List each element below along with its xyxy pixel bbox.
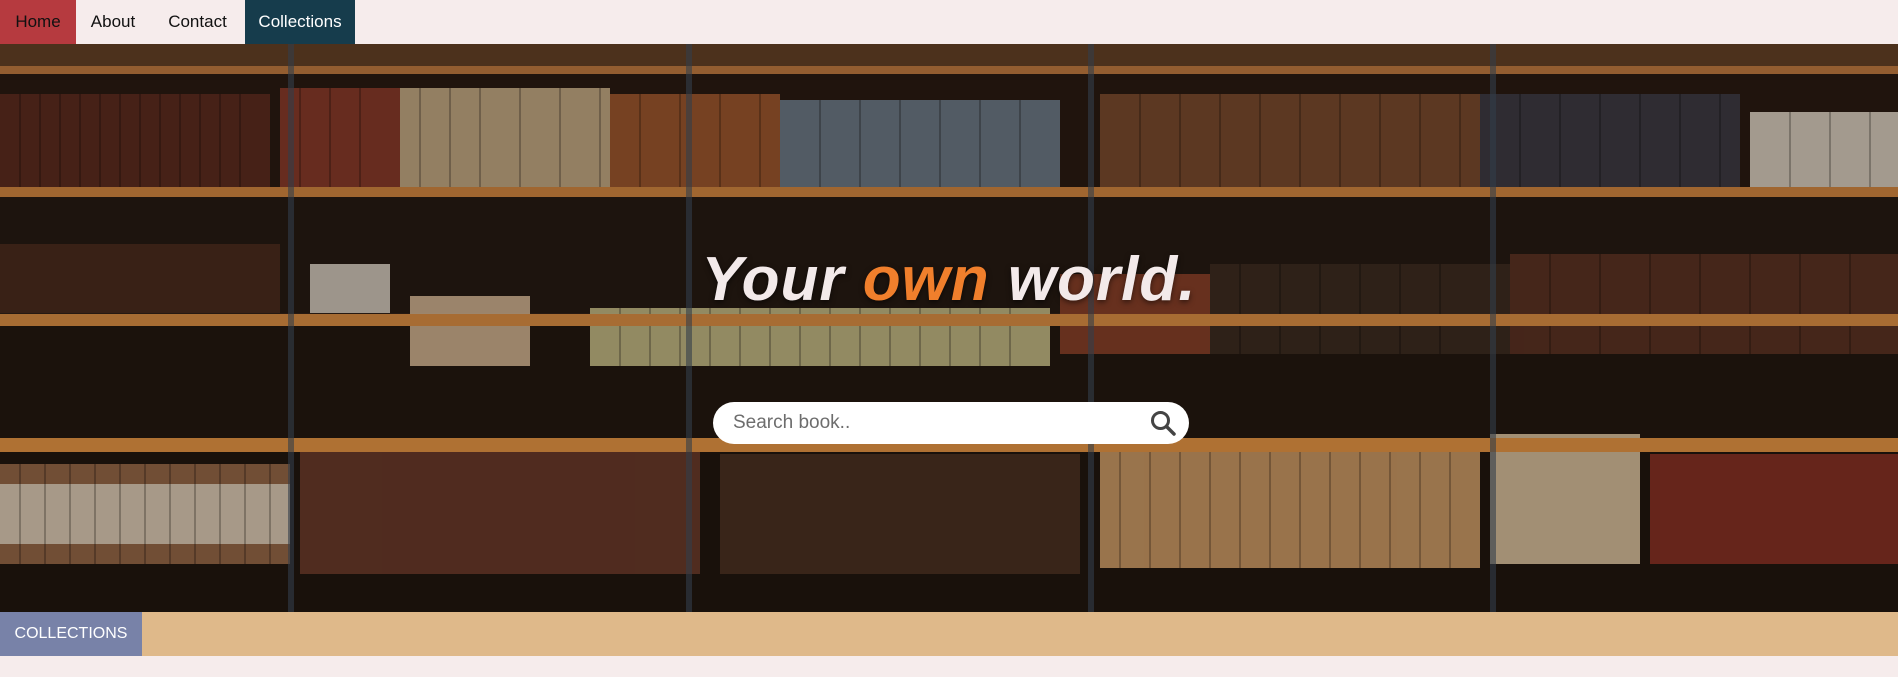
search-bar: [713, 402, 1189, 444]
collections-tab[interactable]: COLLECTIONS: [0, 612, 142, 656]
nav-about[interactable]: About: [76, 0, 150, 44]
headline-text-end: world.: [989, 245, 1197, 314]
search-input[interactable]: [733, 412, 1149, 434]
hero-headline: Your own world.: [0, 244, 1898, 315]
nav-home[interactable]: Home: [0, 0, 76, 44]
headline-text-start: Your: [701, 245, 863, 314]
nav-contact[interactable]: Contact: [150, 0, 245, 44]
top-nav: Home About Contact Collections: [0, 0, 355, 44]
nav-collections[interactable]: Collections: [245, 0, 355, 44]
hero-banner: Your own world.: [0, 44, 1898, 612]
headline-accent-word: own: [862, 245, 990, 314]
collections-bar: COLLECTIONS: [0, 612, 1898, 656]
search-icon[interactable]: [1149, 409, 1177, 437]
